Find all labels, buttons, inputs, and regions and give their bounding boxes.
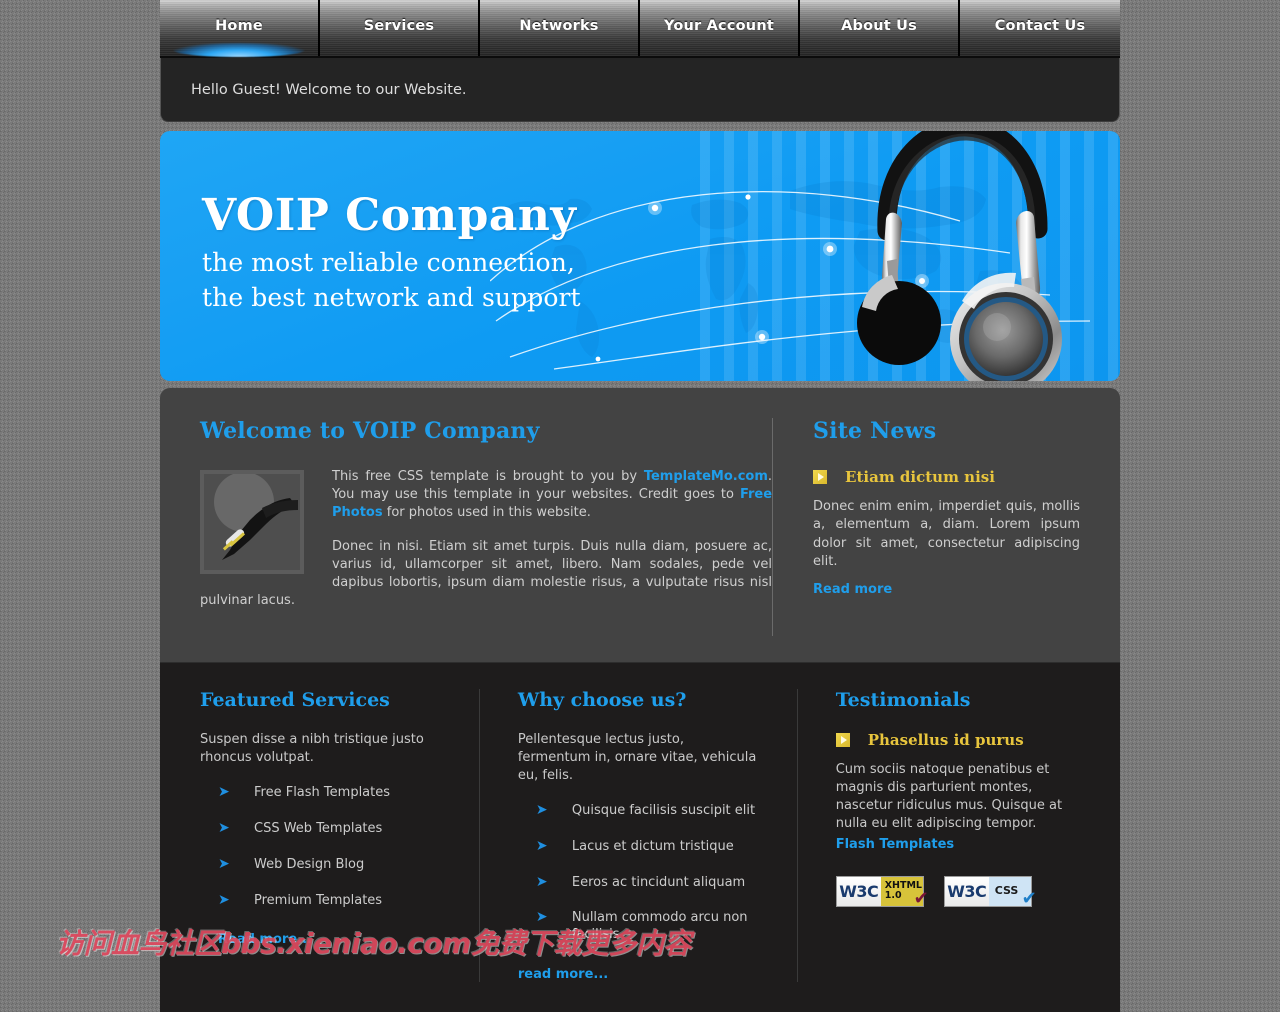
site-news-item-title: Etiam dictum nisi	[845, 468, 995, 486]
banner-text-block: VOIP Company the most reliable connectio…	[202, 190, 581, 315]
why-choose-us-column: Why choose us? Pellentesque lectus justo…	[478, 689, 797, 983]
templatemo-link[interactable]: TemplateMo.com	[644, 469, 768, 484]
welcome-heading: Welcome to VOIP Company	[200, 418, 540, 444]
list-item[interactable]: Free Flash Templates	[218, 783, 441, 821]
nav-label: Services	[363, 18, 435, 34]
site-news-column: Site News Etiam dictum nisi Donec enim e…	[772, 418, 1080, 636]
css-label-line1: CSS	[994, 884, 1019, 898]
list-item[interactable]: Web Design Blog	[218, 855, 441, 893]
audio-jack-icon	[204, 474, 300, 570]
welcome-p1-part3: for photos used in this website.	[382, 504, 591, 520]
why-choose-us-read-more-link[interactable]: read more...	[518, 967, 608, 982]
list-item[interactable]: CSS Web Templates	[218, 819, 441, 857]
list-item[interactable]: Nullam commodo arcu non facilisis	[536, 908, 759, 963]
main-content-panel: Welcome to VOIP Company This free CSS te…	[160, 388, 1120, 662]
validation-badges: W3C XHTML 1.0 ✔ W3C CSS ✔	[835, 875, 1080, 907]
featured-services-heading: Featured Services	[200, 689, 390, 711]
list-item[interactable]: Eeros ac tincidunt aliquam	[536, 873, 759, 911]
w3c-css-badge[interactable]: W3C CSS ✔	[943, 875, 1037, 907]
why-choose-us-heading: Why choose us?	[517, 689, 687, 711]
list-item[interactable]: Quisque facilisis suscipit elit	[536, 801, 759, 839]
nav-item-networks[interactable]: Networks	[480, 0, 640, 56]
list-item-label: Nullam commodo arcu non facilisis	[571, 910, 748, 943]
play-arrow-icon	[835, 733, 850, 747]
nav-label: About Us	[841, 18, 917, 34]
welcome-column: Welcome to VOIP Company This free CSS te…	[200, 418, 772, 636]
page-wrapper: Home Services Networks Your Account Abou…	[160, 0, 1120, 1012]
nav-label: Networks	[519, 18, 599, 34]
banner-subtitle: the most reliable connection, the best n…	[202, 246, 581, 315]
featured-services-list: Free Flash Templates CSS Web Templates W…	[200, 783, 441, 929]
nav-label: Contact Us	[994, 18, 1086, 34]
featured-services-column: Featured Services Suspen disse a nibh tr…	[200, 689, 479, 982]
greeting-text: Hello Guest! Welcome to our Website.	[191, 81, 467, 98]
banner-subtitle-line1: the most reliable connection,	[202, 248, 575, 278]
list-item[interactable]: Premium Templates	[218, 891, 441, 929]
why-choose-us-lead: Pellentesque lectus justo, fermentum in,…	[517, 732, 757, 783]
site-news-read-more-link[interactable]: Read more	[813, 582, 892, 597]
play-arrow-icon	[813, 470, 828, 484]
testimonial-item-title: Phasellus id purus	[867, 731, 1024, 749]
nav-item-contact-us[interactable]: Contact Us	[960, 0, 1120, 56]
testimonials-column: Testimonials Phasellus id purus Cum soci…	[796, 689, 1080, 983]
featured-services-lead: Suspen disse a nibh tristique justo rhon…	[200, 732, 424, 765]
xhtml-label-line2: 1.0	[884, 890, 902, 902]
nav-item-home[interactable]: Home	[160, 0, 320, 56]
check-icon: ✔	[1021, 887, 1037, 909]
nav-item-about-us[interactable]: About Us	[800, 0, 960, 56]
site-news-item-body: Donec enim enim, imperdiet quis, mollis …	[813, 499, 1080, 570]
list-item[interactable]: Lacus et dictum tristique	[536, 837, 759, 875]
w3c-mark: W3C	[836, 876, 881, 906]
greeting-bar: Hello Guest! Welcome to our Website.	[160, 58, 1120, 122]
hero-banner: VOIP Company the most reliable connectio…	[160, 131, 1120, 381]
list-item-label: Premium Templates	[254, 892, 383, 908]
headphones-graphic	[857, 131, 1062, 381]
welcome-p1-part1: This free CSS template is brought to you…	[332, 469, 644, 484]
testimonials-heading: Testimonials	[835, 689, 971, 711]
check-icon: ✔	[913, 887, 929, 909]
testimonial-link[interactable]: Flash Templates	[836, 837, 954, 852]
testimonial-item-body: Cum sociis natoque penatibus et magnis d…	[835, 762, 1063, 831]
featured-services-read-more-link[interactable]: Read more...	[200, 932, 312, 947]
site-news-item-header: Etiam dictum nisi	[813, 468, 1080, 486]
main-navigation: Home Services Networks Your Account Abou…	[160, 0, 1120, 58]
why-choose-us-list: Quisque facilisis suscipit elit Lacus et…	[518, 801, 759, 963]
list-item-label: Eeros ac tincidunt aliquam	[571, 874, 746, 890]
banner-subtitle-line2: the best network and support	[202, 282, 581, 312]
nav-item-services[interactable]: Services	[320, 0, 480, 56]
list-item-label: CSS Web Templates	[254, 820, 383, 836]
list-item-label: Lacus et dictum tristique	[571, 838, 734, 854]
site-news-heading: Site News	[813, 418, 937, 444]
w3c-xhtml-badge[interactable]: W3C XHTML 1.0 ✔	[835, 875, 929, 907]
list-item-label: Web Design Blog	[254, 856, 365, 872]
nav-label: Your Account	[663, 18, 774, 34]
list-item-label: Quisque facilisis suscipit elit	[571, 802, 756, 818]
w3c-mark: W3C	[944, 876, 989, 906]
footer-columns-panel: Featured Services Suspen disse a nibh tr…	[160, 662, 1120, 1012]
welcome-thumbnail	[200, 470, 304, 574]
banner-title: VOIP Company	[202, 190, 577, 241]
nav-item-your-account[interactable]: Your Account	[640, 0, 800, 56]
list-item-label: Free Flash Templates	[254, 784, 391, 800]
nav-label: Home	[215, 18, 263, 34]
testimonial-item-header: Phasellus id purus	[835, 731, 1080, 749]
